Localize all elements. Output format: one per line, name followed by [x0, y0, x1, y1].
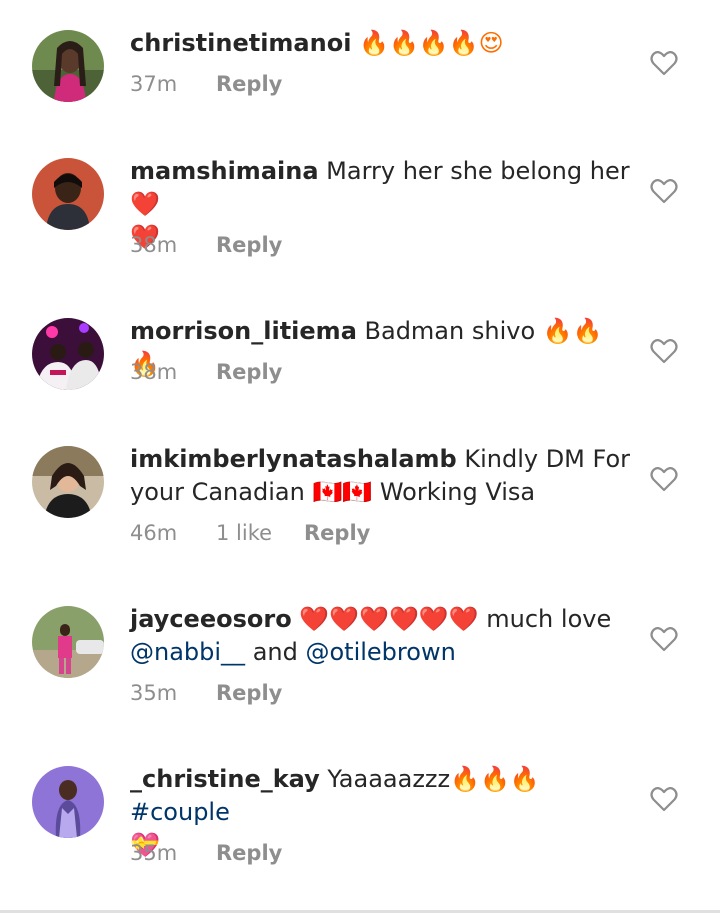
comment-meta: 37m Reply: [130, 72, 282, 96]
comment-time: 46m: [130, 521, 178, 545]
reply-button[interactable]: Reply: [216, 681, 282, 705]
reply-button[interactable]: Reply: [304, 521, 370, 545]
comment-meta: 38m Reply: [130, 233, 282, 257]
reply-button[interactable]: Reply: [216, 72, 282, 96]
reply-button[interactable]: Reply: [216, 360, 282, 384]
comment-text: and: [245, 638, 306, 666]
hashtag-link[interactable]: #couple: [130, 798, 230, 826]
fire-emoji: 🔥🔥🔥: [450, 765, 540, 793]
comment-time: 38m: [130, 360, 178, 384]
comment-time: 37m: [130, 72, 178, 96]
canada-flag-emoji: 🇨🇦🇨🇦: [312, 478, 373, 506]
avatar[interactable]: [32, 158, 104, 230]
avatar[interactable]: [32, 446, 104, 518]
comment-username[interactable]: mamshimaina: [130, 157, 319, 185]
comment-username[interactable]: imkimberlynatashalamb: [130, 445, 457, 473]
avatar[interactable]: [32, 606, 104, 678]
comment-text: Yaaaaazzz: [319, 765, 451, 793]
comment-username[interactable]: morrison_litiema: [130, 317, 357, 345]
mention-link[interactable]: @nabbi__: [130, 638, 245, 666]
heart-outline-icon[interactable]: [650, 786, 678, 812]
heart-outline-icon[interactable]: [650, 626, 678, 652]
comment-body: imkimberlynatashalamb Kindly DM For your…: [130, 443, 630, 509]
avatar[interactable]: [32, 318, 104, 390]
avatar[interactable]: [32, 766, 104, 838]
comment-username[interactable]: christinetimanoi: [130, 29, 351, 57]
comment-text: Badman shivo: [356, 317, 543, 345]
reply-button[interactable]: Reply: [216, 233, 282, 257]
heart-outline-icon[interactable]: [650, 338, 678, 364]
comment-body: christinetimanoi 🔥🔥🔥🔥😍: [130, 27, 630, 60]
heart-outline-icon[interactable]: [650, 466, 678, 492]
fire-emoji: 🔥🔥🔥🔥😍: [359, 29, 504, 57]
comment-meta: 35m Reply: [130, 681, 282, 705]
mention-link[interactable]: @otilebrown: [305, 638, 455, 666]
red-heart-emoji: ❤️❤️❤️❤️❤️❤️: [291, 605, 479, 633]
reply-button[interactable]: Reply: [216, 841, 282, 865]
avatar[interactable]: [32, 30, 104, 102]
comment-time: 38m: [130, 233, 178, 257]
red-heart-emoji: ❤️: [130, 190, 160, 218]
comment-likes[interactable]: 1 like: [216, 521, 304, 545]
comment-body: jayceeosoro ❤️❤️❤️❤️❤️❤️ much love @nabb…: [130, 603, 630, 669]
comment-username[interactable]: _christine_kay: [130, 765, 320, 793]
comment-meta: 35m Reply: [130, 841, 282, 865]
comment-time: 35m: [130, 841, 178, 865]
comment-meta: 38m Reply: [130, 360, 282, 384]
comment-text: Marry her she belong her: [318, 157, 630, 185]
comment-text: much love: [478, 605, 612, 633]
comment-time: 35m: [130, 681, 178, 705]
comment-username[interactable]: jayceeosoro: [130, 605, 292, 633]
heart-outline-icon[interactable]: [650, 50, 678, 76]
heart-outline-icon[interactable]: [650, 178, 678, 204]
comment-meta: 46m 1 like Reply: [130, 521, 370, 545]
comment-text: Working Visa: [372, 478, 536, 506]
